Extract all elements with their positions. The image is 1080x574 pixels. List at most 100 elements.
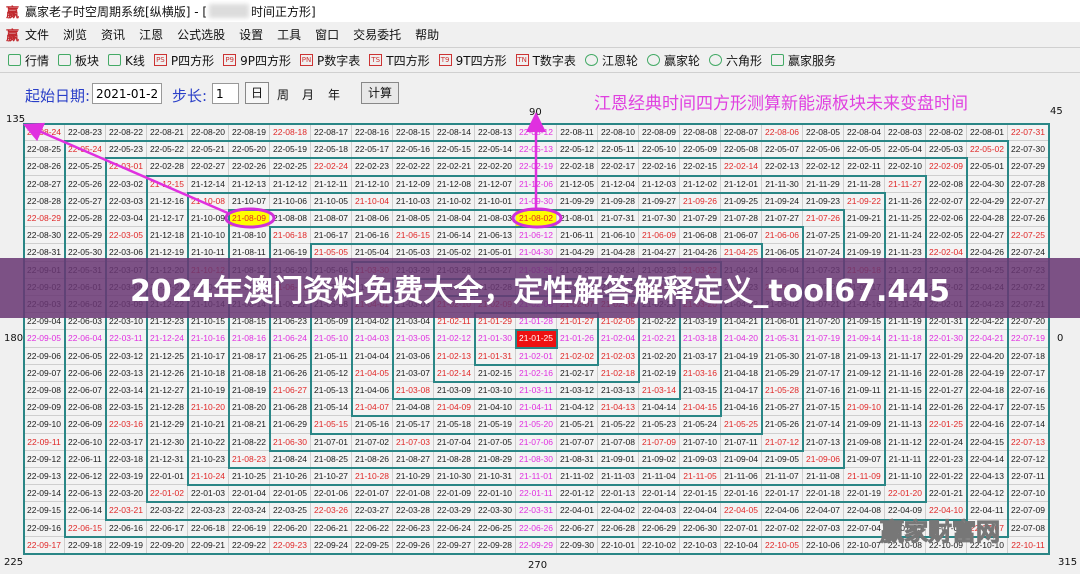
grid-cell: 22-04-06 bbox=[762, 502, 803, 520]
toolbar-button-0[interactable]: 行情 bbox=[8, 52, 49, 69]
grid-cell: 22-09-15 bbox=[24, 502, 65, 520]
grid-cell: 21-07-04 bbox=[434, 433, 475, 451]
step-input[interactable] bbox=[212, 83, 239, 104]
angle-label-315: 315 bbox=[1058, 557, 1078, 568]
grid-cell: 22-05-23 bbox=[106, 141, 147, 159]
grid-cell: 21-05-27 bbox=[762, 399, 803, 417]
grid-cell: 21-09-07 bbox=[844, 450, 885, 468]
grid-cell: 22-03-13 bbox=[106, 364, 147, 382]
grid-cell: 21-11-01 bbox=[516, 468, 557, 486]
grid-cell: 22-06-18 bbox=[188, 519, 229, 537]
grid-cell: 22-06-12 bbox=[65, 468, 106, 486]
menu-item-help[interactable]: 帮助 bbox=[415, 26, 439, 43]
grid-cell: 22-09-21 bbox=[188, 536, 229, 554]
grid-cell: 21-10-03 bbox=[393, 192, 434, 210]
toolbar-button-1[interactable]: 板块 bbox=[58, 52, 99, 69]
grid-cell: 21-12-02 bbox=[680, 175, 721, 193]
toolbar-button-6[interactable]: TS T四方形 bbox=[369, 52, 430, 69]
menu-item-formula[interactable]: 公式选股 bbox=[177, 26, 225, 43]
grid-cell-highlighted: 21-08-02 bbox=[516, 210, 557, 228]
grid-cell: 22-08-27 bbox=[24, 175, 65, 193]
grid-cell: 22-10-06 bbox=[803, 536, 844, 554]
unit-week-button[interactable]: 周 bbox=[277, 86, 289, 103]
grid-cell: 22-08-10 bbox=[598, 124, 639, 142]
grid-cell: 22-07-04 bbox=[844, 519, 885, 537]
menu-item-browse[interactable]: 浏览 bbox=[63, 26, 87, 43]
grid-cell: 21-11-06 bbox=[721, 468, 762, 486]
grid-cell: 22-07-14 bbox=[1008, 416, 1049, 434]
grid-cell: 22-09-25 bbox=[352, 536, 393, 554]
grid-cell: 21-05-22 bbox=[598, 416, 639, 434]
grid-cell: 22-08-18 bbox=[270, 124, 311, 142]
grid-cell: 21-07-11 bbox=[721, 433, 762, 451]
grid-cell: 21-10-04 bbox=[352, 192, 393, 210]
menu-item-settings[interactable]: 设置 bbox=[239, 26, 263, 43]
grid-cell: 22-01-12 bbox=[557, 485, 598, 503]
menu-item-file[interactable]: 文件 bbox=[25, 26, 49, 43]
grid-cell: 22-05-06 bbox=[803, 141, 844, 159]
grid-cell: 22-08-20 bbox=[188, 124, 229, 142]
grid-cell: 22-01-26 bbox=[926, 399, 967, 417]
menu-item-news[interactable]: 资讯 bbox=[101, 26, 125, 43]
menu-item-tools[interactable]: 工具 bbox=[277, 26, 301, 43]
grid-cell: 22-09-14 bbox=[24, 485, 65, 503]
menu-item-trade[interactable]: 交易委托 bbox=[353, 26, 401, 43]
calculate-button[interactable]: 计算 bbox=[361, 82, 399, 104]
grid-cell-highlighted: 21-08-09 bbox=[229, 210, 270, 228]
grid-cell: 22-05-21 bbox=[188, 141, 229, 159]
grid-cell: 21-02-20 bbox=[639, 347, 680, 365]
menu-item-gann[interactable]: 江恩 bbox=[139, 26, 163, 43]
grid-cell: 22-06-26 bbox=[516, 519, 557, 537]
toolbar-button-12[interactable]: 赢家服务 bbox=[770, 52, 836, 69]
grid-cell: 21-05-23 bbox=[639, 416, 680, 434]
grid-cell: 22-08-04 bbox=[844, 124, 885, 142]
grid-cell: 21-12-30 bbox=[147, 433, 188, 451]
grid-cell: 22-08-28 bbox=[24, 192, 65, 210]
start-date-input[interactable] bbox=[92, 83, 162, 104]
grid-cell: 21-04-06 bbox=[352, 382, 393, 400]
dollar-icon bbox=[770, 54, 784, 66]
toolbar-button-4[interactable]: P9 9P四方形 bbox=[223, 52, 291, 69]
grid-cell: 22-05-02 bbox=[967, 141, 1008, 159]
toolbar-button-5[interactable]: PN P数字表 bbox=[300, 52, 360, 69]
toolbar-button-10[interactable]: 赢家轮 bbox=[646, 52, 700, 69]
grid-cell: 21-08-20 bbox=[229, 399, 270, 417]
unit-day-button[interactable]: 日 bbox=[245, 82, 269, 104]
grid-cell: 22-06-11 bbox=[65, 450, 106, 468]
grid-cell: 21-02-04 bbox=[598, 330, 639, 348]
grid-cell: 22-08-19 bbox=[229, 124, 270, 142]
grid-cell: 22-01-03 bbox=[188, 485, 229, 503]
grid-cell: 21-04-05 bbox=[352, 364, 393, 382]
banner-text: 2024年澳门资料免费大全，定性解答解释定义_tool67.445 bbox=[129, 274, 951, 309]
grid-cell: 22-05-19 bbox=[270, 141, 311, 159]
toolbar-button-3[interactable]: PS P四方形 bbox=[153, 52, 214, 69]
grid-cell: 22-07-15 bbox=[1008, 399, 1049, 417]
grid-cell: 21-07-08 bbox=[598, 433, 639, 451]
grid-cell: 21-07-16 bbox=[803, 382, 844, 400]
grid-cell: 22-05-22 bbox=[147, 141, 188, 159]
grid-cell: 21-04-10 bbox=[475, 399, 516, 417]
menu-item-window[interactable]: 窗口 bbox=[315, 26, 339, 43]
grid-cell: 21-08-24 bbox=[270, 450, 311, 468]
grid-cell: 21-02-21 bbox=[639, 330, 680, 348]
grid-cell: 22-02-28 bbox=[147, 158, 188, 176]
grid-cell: 22-08-30 bbox=[24, 227, 65, 245]
grid-cell: 21-12-29 bbox=[147, 416, 188, 434]
toolbar-button-2[interactable]: K线 bbox=[108, 52, 145, 69]
grid-cell: 21-05-21 bbox=[557, 416, 598, 434]
toolbar-button-11[interactable]: 六角形 bbox=[708, 52, 762, 69]
grid-cell: 22-06-09 bbox=[65, 416, 106, 434]
grid-cell: 22-04-29 bbox=[967, 192, 1008, 210]
grid-cell: 21-12-15 bbox=[147, 175, 188, 193]
grid-cell: 21-11-14 bbox=[885, 399, 926, 417]
unit-year-button[interactable]: 年 bbox=[328, 86, 340, 103]
toolbar-button-9[interactable]: 江恩轮 bbox=[584, 52, 638, 69]
toolbar-button-8[interactable]: TN T数字表 bbox=[515, 52, 576, 69]
unit-month-button[interactable]: 月 bbox=[302, 86, 314, 103]
grid-cell: 22-09-28 bbox=[475, 536, 516, 554]
toolbar-button-7[interactable]: T9 9T四方形 bbox=[438, 52, 507, 69]
grid-cell: 21-08-29 bbox=[475, 450, 516, 468]
grid-cell: 21-12-17 bbox=[147, 210, 188, 228]
grid-cell: 22-08-09 bbox=[639, 124, 680, 142]
grid-cell: 21-02-16 bbox=[516, 364, 557, 382]
